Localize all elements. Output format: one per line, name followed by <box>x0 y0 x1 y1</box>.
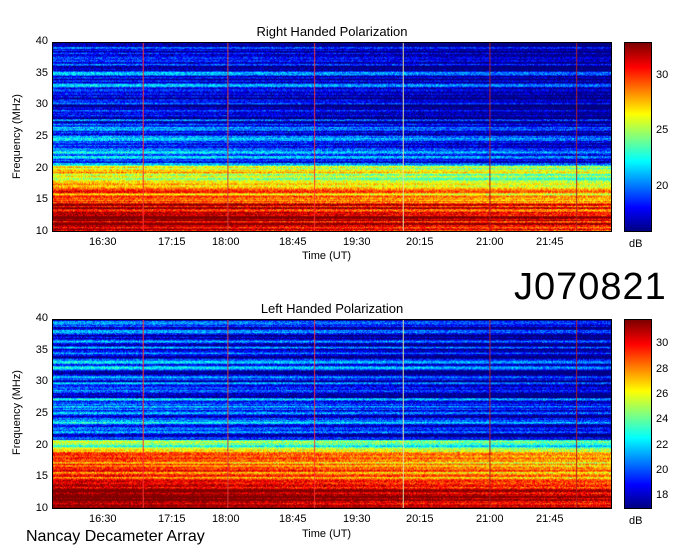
x-tick-label: 21:00 <box>476 236 504 248</box>
colorbar-tick-label: 24 <box>656 413 669 426</box>
y-tick-label: 10 <box>35 502 48 514</box>
colorbar-left <box>624 319 652 509</box>
x-tick-label: 18:00 <box>212 513 240 525</box>
x-tick-label: 21:45 <box>536 513 564 525</box>
y-tick-label: 15 <box>35 470 48 483</box>
y-tick-label: 30 <box>35 375 48 388</box>
colorbar-tick-label: 20 <box>656 464 669 476</box>
y-tick-label: 20 <box>35 161 48 174</box>
y-tick-label: 20 <box>35 438 48 451</box>
x-tick-label: 16:30 <box>89 513 117 525</box>
colorbar-tick-label: 28 <box>656 362 669 375</box>
colorbar-tick-label: 18 <box>656 489 669 502</box>
spectrogram-right <box>52 42 612 232</box>
panel-title-right: Right Handed Polarization <box>256 24 408 39</box>
footer-label: Nancay Decameter Array <box>26 528 205 545</box>
colorbar-tick-label: 20 <box>656 180 669 193</box>
y-tick-label: 25 <box>35 130 48 142</box>
x-tick-label: 20:15 <box>406 513 434 525</box>
y-tick-label: 25 <box>35 407 48 419</box>
x-tick-label: 21:45 <box>536 236 564 248</box>
colorbar-tick-label: 30 <box>656 68 669 81</box>
x-tick-label: 20:15 <box>406 236 434 248</box>
y-axis-label-left: Frequency (MHz) <box>11 370 23 455</box>
colorbar-tick-label: 22 <box>656 438 669 451</box>
y-tick-label: 15 <box>35 193 48 206</box>
x-tick-label: 18:45 <box>279 513 307 525</box>
x-tick-label: 19:30 <box>343 236 371 248</box>
x-tick-label: 17:15 <box>158 236 186 248</box>
colorbar-tick-label: 26 <box>656 388 669 400</box>
x-tick-label: 18:45 <box>279 236 307 248</box>
x-axis-label-left: Time (UT) <box>302 528 352 540</box>
x-tick-label: 17:15 <box>158 513 186 525</box>
y-tick-label: 30 <box>35 98 48 111</box>
y-tick-label: 40 <box>35 312 48 324</box>
x-tick-label: 19:30 <box>343 513 371 525</box>
y-axis-label-right: Frequency (MHz) <box>11 94 23 179</box>
y-tick-label: 35 <box>35 343 48 356</box>
x-tick-label: 18:00 <box>212 236 240 248</box>
y-tick-label: 35 <box>35 66 48 79</box>
y-tick-label: 10 <box>35 225 48 237</box>
colorbar-right <box>624 42 652 232</box>
spectrogram-left <box>52 319 612 509</box>
x-tick-label: 16:30 <box>89 236 117 248</box>
y-tick-label: 40 <box>35 35 48 47</box>
colorbar-unit-left: dB <box>629 515 643 527</box>
colorbar-unit-right: dB <box>629 238 643 250</box>
panel-title-left: Left Handed Polarization <box>260 301 404 316</box>
colorbar-tick-label: 25 <box>656 124 669 137</box>
x-tick-label: 21:00 <box>476 513 504 525</box>
colorbar-tick-label: 30 <box>656 337 669 350</box>
x-axis-label-right: Time (UT) <box>302 250 352 262</box>
